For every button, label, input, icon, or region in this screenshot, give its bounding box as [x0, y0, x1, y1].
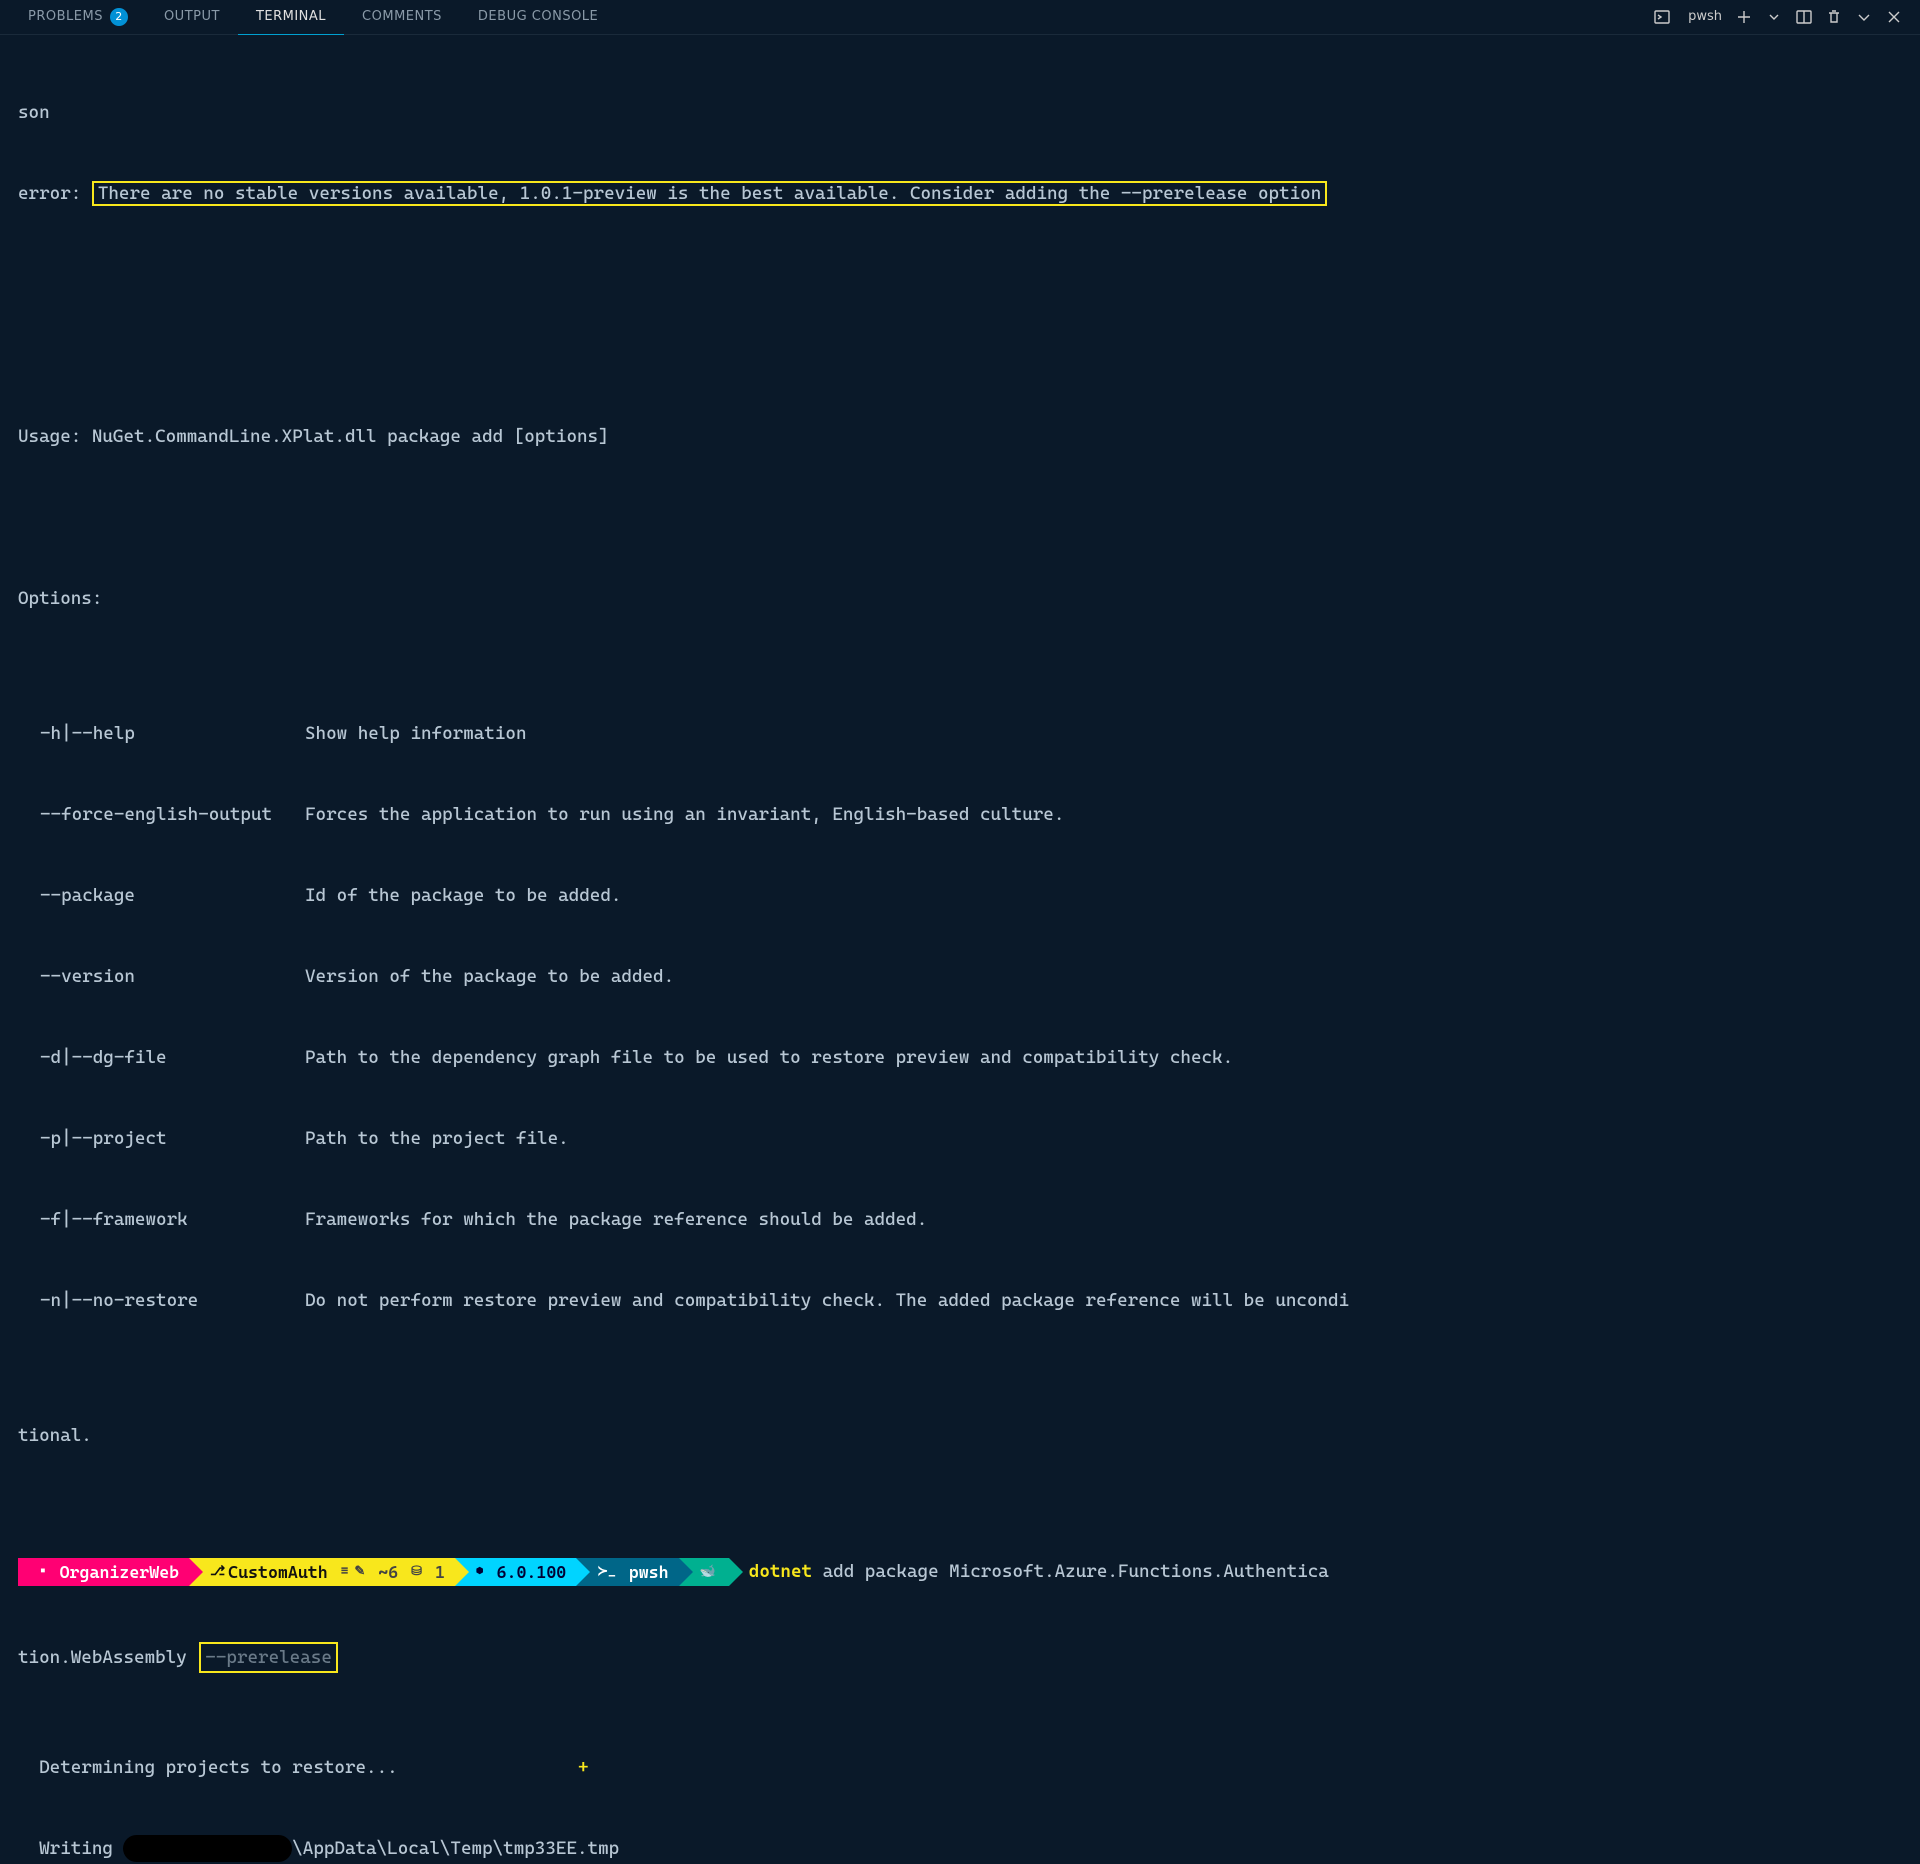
edit-icon: ✎ [354, 1561, 365, 1583]
output-line: Writing xxxxxxxxxxxxxxxx\AppData\Local\T… [18, 1835, 1902, 1862]
tab-output[interactable]: OUTPUT [146, 0, 238, 35]
pending-icon: ≡ [341, 1561, 349, 1583]
panel-tab-bar: PROBLEMS 2 OUTPUT TERMINAL COMMENTS DEBU… [0, 0, 1920, 35]
prompt-sdk: ⬢ 6.0.100 [455, 1558, 576, 1586]
option-highlight: --prerelease [199, 1642, 338, 1673]
docker-icon: 🐋 [700, 1561, 716, 1583]
error-line: error: There are no stable versions avai… [18, 180, 1902, 207]
split-terminal-icon[interactable] [1796, 9, 1812, 25]
close-icon[interactable] [1886, 9, 1902, 25]
terminal-content[interactable]: son error: There are no stable versions … [0, 35, 1920, 1864]
dropdown-icon[interactable] [1766, 9, 1782, 25]
tab-debug-console[interactable]: DEBUG CONSOLE [460, 0, 616, 35]
chevron-down-icon[interactable] [1856, 9, 1872, 25]
pwsh-icon: ≻_ [597, 1561, 616, 1583]
tab-list: PROBLEMS 2 OUTPUT TERMINAL COMMENTS DEBU… [10, 0, 1654, 35]
tab-label: PROBLEMS [28, 7, 103, 27]
terminal-profile-icon[interactable] [1654, 9, 1670, 25]
folder-icon: ▪ [39, 1561, 47, 1583]
tab-comments[interactable]: COMMENTS [344, 0, 460, 35]
tab-terminal[interactable]: TERMINAL [238, 0, 344, 35]
trash-icon[interactable] [1826, 9, 1842, 25]
stash-icon: ⛁ [411, 1561, 422, 1583]
usage-line: Usage: NuGet.CommandLine.XPlat.dll packa… [18, 423, 1902, 450]
prompt-shell: ≻_ pwsh [576, 1558, 678, 1586]
prompt-branch: ⎇CustomAuth ≡✎ ~6 ⛁ 1 [189, 1558, 455, 1586]
dotnet-icon: ⬢ [476, 1561, 484, 1583]
options-list: -h|--helpShow help information --force-e… [40, 666, 1902, 1368]
cursor-plus-icon: + [578, 1754, 589, 1781]
prompt-project: ▪ OrganizerWeb [18, 1558, 189, 1586]
shell-label: pwsh [1688, 7, 1722, 27]
problems-badge: 2 [110, 8, 128, 26]
command: dotnet add package Microsoft.Azure.Funct… [749, 1557, 1329, 1588]
options-header: Options: [18, 585, 1902, 612]
prompt: ▪ OrganizerWeb ⎇CustomAuth ≡✎ ~6 ⛁ 1 ⬢ 6… [18, 1557, 1902, 1588]
output-line: Determining projects to restore...+ [18, 1754, 1902, 1781]
tab-problems[interactable]: PROBLEMS 2 [10, 0, 146, 35]
command-line2: tion.WebAssembly --prerelease [18, 1642, 1902, 1673]
error-highlight: There are no stable versions available, … [92, 181, 1327, 206]
options-tail: tional. [18, 1422, 1902, 1449]
redacted-path: xxxxxxxxxxxxxxxx [123, 1835, 292, 1862]
new-terminal-icon[interactable] [1736, 9, 1752, 25]
git-branch-icon: ⎇ [210, 1561, 225, 1583]
panel-actions: pwsh [1654, 7, 1910, 27]
output-line: son [18, 99, 1902, 126]
